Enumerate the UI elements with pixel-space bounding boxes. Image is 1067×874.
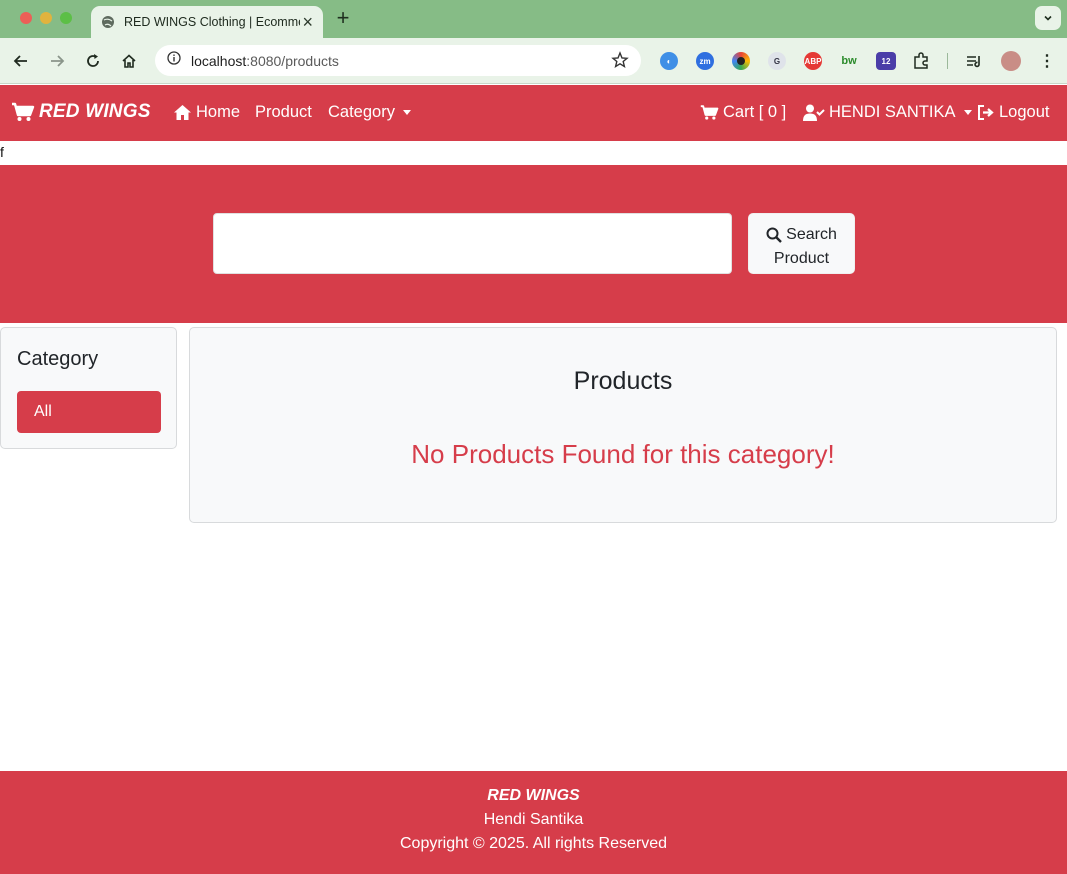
- nav-home-label: Home: [196, 103, 241, 121]
- caret-down-icon: [963, 110, 972, 115]
- extension-blue-icon[interactable]: ◐: [660, 52, 678, 70]
- address-bar[interactable]: localhost:8080/products: [155, 45, 641, 76]
- home-browser-icon[interactable]: [119, 51, 139, 71]
- minimize-window-button[interactable]: [40, 12, 52, 24]
- url-host: localhost: [191, 52, 247, 69]
- close-window-button[interactable]: [20, 12, 32, 24]
- nav-cart[interactable]: Cart [ 0 ]: [700, 103, 786, 122]
- site-footer: RED WINGS Hendi Santika Copyright © 2025…: [0, 771, 1067, 874]
- media-queue-icon[interactable]: [965, 52, 983, 70]
- forward-icon[interactable]: [47, 51, 67, 71]
- menu-kebab-icon[interactable]: ⋮: [1038, 52, 1056, 70]
- extensions-puzzle-icon[interactable]: [912, 52, 930, 70]
- bookmark-star-icon[interactable]: [611, 51, 629, 74]
- sidebar-item-all[interactable]: All: [17, 391, 161, 433]
- footer-author: Hendi Santika: [483, 811, 584, 828]
- sidebar-title: Category: [17, 348, 99, 370]
- browser-titlebar: RED WINGS Clothing | Ecommerce × +: [0, 0, 1067, 38]
- site-navbar: RED WINGS Home Product Category Cart [ 0…: [0, 85, 1067, 141]
- profile-avatar[interactable]: [1001, 51, 1021, 71]
- stray-text: f: [0, 144, 4, 160]
- extension-zoom-icon[interactable]: zm: [696, 52, 714, 70]
- brand-link[interactable]: RED WINGS: [11, 101, 151, 123]
- browser-tab[interactable]: RED WINGS Clothing | Ecommerce ×: [91, 6, 323, 38]
- footer-copyright: Copyright © 2025. All rights Reserved: [399, 835, 668, 852]
- extension-badge-icon[interactable]: 12: [876, 52, 896, 70]
- globe-icon: [101, 15, 115, 29]
- nav-user-dropdown[interactable]: HENDI SANTIKA: [803, 103, 972, 122]
- maximize-window-button[interactable]: [60, 12, 72, 24]
- nav-logout-label: Logout: [999, 103, 1050, 121]
- search-icon: [766, 227, 782, 243]
- caret-down-icon: [402, 110, 411, 115]
- extension-adblock-icon[interactable]: ABP: [804, 52, 822, 70]
- products-title: Products: [573, 367, 673, 395]
- tab-search-button[interactable]: [1035, 6, 1061, 30]
- nav-product[interactable]: Product: [255, 103, 312, 122]
- toolbar-divider: [947, 53, 948, 69]
- logout-icon: [978, 105, 994, 120]
- search-product-button[interactable]: Search Product: [748, 213, 855, 274]
- tab-title: RED WINGS Clothing | Ecommerce: [124, 15, 300, 29]
- nav-home[interactable]: Home: [173, 103, 240, 122]
- search-button-label-line1: Search: [786, 226, 837, 243]
- back-icon[interactable]: [11, 51, 31, 71]
- new-tab-button[interactable]: +: [333, 6, 353, 30]
- url-path: :8080/products: [246, 52, 339, 69]
- home-icon: [174, 105, 191, 120]
- search-input[interactable]: [213, 213, 732, 274]
- empty-products-message: No Products Found for this category!: [411, 439, 835, 469]
- nav-category-dropdown[interactable]: Category: [328, 103, 411, 122]
- site-info-icon[interactable]: [167, 51, 181, 70]
- search-button-label-line2: Product: [773, 250, 830, 267]
- nav-category-label: Category: [328, 103, 395, 121]
- brand-name: RED WINGS: [39, 101, 151, 122]
- extension-color-icon[interactable]: [732, 52, 750, 70]
- nav-product-label: Product: [255, 103, 312, 121]
- browser-toolbar: localhost:8080/products ◐ zm G ABP bw 12…: [0, 38, 1067, 84]
- cart-icon: [12, 102, 35, 121]
- nav-user-label: HENDI SANTIKA: [829, 103, 956, 121]
- nav-logout[interactable]: Logout: [977, 103, 1049, 122]
- cart-icon: [700, 105, 719, 120]
- chevron-down-icon: [1044, 15, 1052, 21]
- extension-translate-icon[interactable]: G: [768, 52, 786, 70]
- category-sidebar: Category All: [0, 327, 177, 449]
- products-panel: Products No Products Found for this cate…: [189, 327, 1057, 523]
- reload-icon[interactable]: [83, 51, 103, 71]
- extension-badge-count: 12: [881, 56, 891, 66]
- close-tab-icon[interactable]: ×: [302, 13, 313, 31]
- footer-brand: RED WINGS: [487, 787, 580, 804]
- extension-bw-icon[interactable]: bw: [840, 52, 858, 70]
- search-banner: Search Product: [0, 165, 1067, 323]
- nav-cart-label: Cart [ 0 ]: [723, 103, 787, 121]
- user-check-icon: [803, 104, 825, 121]
